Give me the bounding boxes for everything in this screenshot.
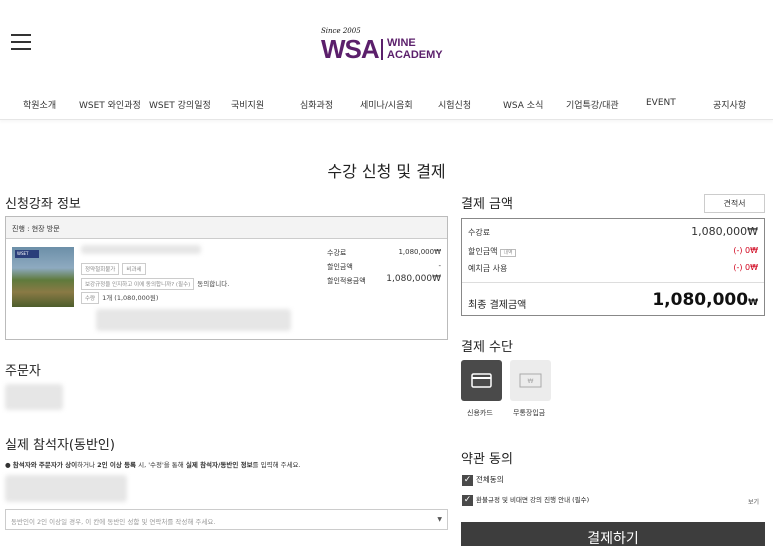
method-bank-transfer[interactable]: ₩ <box>510 360 551 401</box>
course-chips: 정약철회불가 비과세 <box>81 263 149 275</box>
attendee-blurred <box>5 475 127 502</box>
header: Since 2005 WSA WINE ACADEMY <box>0 0 773 88</box>
nav-item-exam[interactable]: 시험신청 <box>438 98 471 111</box>
method-credit-card[interactable] <box>461 360 502 401</box>
agree-row: 보강규정을 인지하고 이에 동의합니까? (필수) 동의합니다. <box>81 278 229 290</box>
credit-card-label: 신용카드 <box>467 409 493 417</box>
pay-deposit-value: (-) 0₩ <box>733 263 758 272</box>
pay-fee-label: 수강료 <box>468 228 491 237</box>
main-nav: 학원소개 WSET 와인과정 WSET 강의일정 국비지원 심화과정 세미나/시… <box>0 88 773 120</box>
logo[interactable]: Since 2005 WSA WINE ACADEMY <box>321 27 461 67</box>
method-section-title: 결제 수단 <box>461 340 513 355</box>
orderer-section-title: 주문자 <box>5 364 41 379</box>
pay-discount-value: (-) 0₩ <box>733 246 758 255</box>
logo-wsa: WSA <box>321 34 380 64</box>
pay-discount-row: 할인금액 내역 (-) 0₩ <box>468 246 758 257</box>
course-section-title: 신청강좌 정보 <box>5 197 81 212</box>
nav-item-corporate[interactable]: 기업특강/대관 <box>566 98 619 111</box>
chip-no-cancel: 정약철회불가 <box>81 263 120 275</box>
notice-bold-2: 2인 이상 등록 <box>97 461 137 469</box>
nav-item-event[interactable]: EVENT <box>646 98 676 108</box>
attendee-notice: ● 참석자와 주문자가 상이하거나 2인 이상 등록 시, '수정'을 통해 실… <box>5 459 301 469</box>
progress-label: 진행 : 현장 방문 <box>6 217 447 239</box>
chevron-down-icon: ▼ <box>437 516 442 523</box>
bank-transfer-label: 무통장입금 <box>513 409 546 417</box>
qty-text: 1개 (1,080,000원) <box>102 294 159 302</box>
pay-total-label: 최종 결제금액 <box>468 300 527 311</box>
quote-button[interactable]: 견적서 <box>704 194 765 213</box>
svg-text:₩: ₩ <box>528 378 534 385</box>
nav-item-news[interactable]: WSA 소식 <box>503 98 543 111</box>
payment-summary-box: 수강료 1,080,000₩ 할인금액 내역 (-) 0₩ 예치금 사용 (-) … <box>461 218 765 316</box>
agree-refund-checkbox[interactable]: ✓ <box>462 494 473 506</box>
logo-academy: ACADEMY <box>387 49 443 61</box>
notice-text-1: 하거나 <box>77 461 98 469</box>
agree-refund-label: 환불규정 및 비대면 강의 진행 안내 (필수) <box>476 496 590 504</box>
pay-button[interactable]: 결제하기 <box>461 522 765 546</box>
logo-divider <box>381 39 383 60</box>
pay-fee-value: 1,080,000₩ <box>691 225 758 238</box>
pay-total-value: 1,080,000₩ <box>652 290 758 310</box>
discount-value: - <box>438 262 441 270</box>
after-discount-label: 할인적용금액 <box>327 277 366 285</box>
nav-item-wset-schedule[interactable]: WSET 강의일정 <box>149 98 211 111</box>
notice-text-2: 시, '수정'을 통해 <box>136 461 186 469</box>
nav-item-wset-course[interactable]: WSET 와인과정 <box>79 98 141 111</box>
agree-all-checkbox[interactable]: ✓ <box>462 474 473 486</box>
pay-total-amount: 1,080,000 <box>652 290 749 310</box>
attendee-section-title: 실제 참석자(동반인) <box>5 438 115 453</box>
course-info-box: 진행 : 현장 방문 WSET 정약철회불가 비과세 보강규정을 인지하고 이에 … <box>5 216 448 340</box>
companion-select[interactable]: 동반인이 2인 이상일 경우, 이 칸에 동반인 성함 및 연락처를 작성해 주… <box>5 509 448 530</box>
course-detail-blurred <box>96 309 291 331</box>
pay-total-unit: ₩ <box>748 298 758 308</box>
menu-icon[interactable] <box>11 34 31 50</box>
chip-tax-free: 비과세 <box>122 263 146 275</box>
notice-bold-1: 참석자와 주문자가 상이 <box>12 461 78 469</box>
notice-text-3: 를 입력해 주세요. <box>252 461 301 469</box>
fee-label: 수강료 <box>327 249 347 257</box>
nav-item-gov-support[interactable]: 국비지원 <box>231 98 264 111</box>
orderer-blurred <box>5 384 63 410</box>
agree-chip[interactable]: 보강규정을 인지하고 이에 동의합니까? (필수) <box>81 278 195 290</box>
nav-item-seminar[interactable]: 세미나/시음회 <box>360 98 413 111</box>
pay-deposit-row: 예치금 사용 (-) 0₩ <box>468 263 758 274</box>
discount-detail-chip[interactable]: 내역 <box>500 249 516 257</box>
bank-transfer-icon: ₩ <box>519 373 542 388</box>
logo-wine: WINE <box>387 37 416 49</box>
course-name-blurred <box>81 245 201 254</box>
payment-section-title: 결제 금액 <box>461 197 513 212</box>
agree-all-row[interactable]: ✓ 전체동의 <box>462 474 504 486</box>
notice-bullet: ● <box>5 461 13 469</box>
pay-deposit-label: 예치금 사용 <box>468 264 508 273</box>
pay-total-row: 최종 결제금액 1,080,000₩ <box>462 282 764 316</box>
fee-value: 1,080,000₩ <box>398 248 441 256</box>
companion-select-placeholder: 동반인이 2인 이상일 경우, 이 칸에 동반인 성함 및 연락처를 작성해 주… <box>11 518 216 526</box>
notice-bold-3: 실제 참석자/동반인 정보 <box>185 461 253 469</box>
qty-row: 수량 1개 (1,080,000원) <box>81 292 158 304</box>
course-thumbnail: WSET <box>12 247 74 307</box>
pay-discount-label: 할인금액 <box>468 247 498 256</box>
nav-item-advanced[interactable]: 심화과정 <box>300 98 333 111</box>
nav-item-about[interactable]: 학원소개 <box>23 98 56 111</box>
after-discount-value: 1,080,000₩ <box>386 274 441 284</box>
pay-fee-row: 수강료 1,080,000₩ <box>468 225 758 238</box>
agree-refund-row[interactable]: ✓ 환불규정 및 비대면 강의 진행 안내 (필수) <box>462 494 589 506</box>
agree-text: 동의합니다. <box>197 280 230 288</box>
nav-item-notice[interactable]: 공지사항 <box>713 98 746 111</box>
see-terms-link[interactable]: 보기 <box>748 497 759 506</box>
agree-all-label: 전체동의 <box>476 475 504 484</box>
discount-label: 할인금액 <box>327 263 353 271</box>
qty-chip: 수량 <box>81 292 100 304</box>
credit-card-icon <box>471 373 492 388</box>
terms-section-title: 약관 동의 <box>461 452 513 467</box>
thumb-tag: WSET <box>15 250 39 258</box>
page-title: 수강 신청 및 결제 <box>327 162 446 181</box>
